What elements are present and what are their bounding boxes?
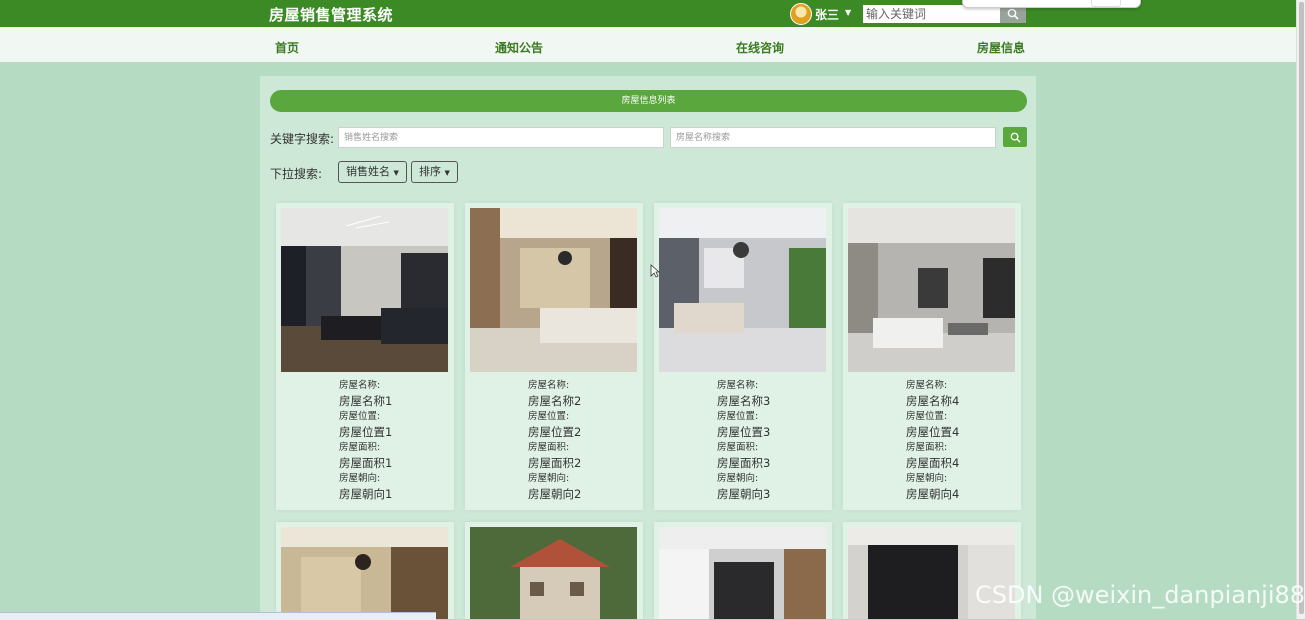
- house-name-value: 房屋名称4: [906, 394, 960, 408]
- house-info: 房屋名称: 房屋名称1 房屋位置: 房屋位置1 房屋面积: 房屋面积1 房屋朝向…: [339, 379, 392, 503]
- sort-dropdown[interactable]: 排序 ▼: [411, 161, 458, 183]
- house-area-label: 房屋面积:: [906, 442, 948, 453]
- house-orientation-label: 房屋朝向:: [528, 473, 570, 484]
- username-label[interactable]: 张三: [815, 6, 839, 23]
- house-name-label: 房屋名称:: [528, 380, 570, 391]
- house-location-value: 房屋位置3: [717, 425, 771, 439]
- house-orientation-value: 房屋朝向1: [339, 487, 393, 501]
- house-photo[interactable]: [848, 208, 1015, 372]
- nav-item-houses[interactable]: 房屋信息: [977, 39, 1025, 56]
- house-location-value: 房屋位置2: [528, 425, 582, 439]
- house-name-search-input[interactable]: [670, 127, 996, 148]
- house-area-label: 房屋面积:: [717, 442, 759, 453]
- keyword-search-button[interactable]: [1003, 127, 1027, 147]
- app-title: 房屋销售管理系统: [269, 6, 394, 24]
- house-area-value: 房屋面积3: [717, 456, 771, 470]
- nav-item-home[interactable]: 首页: [275, 39, 299, 56]
- house-card[interactable]: [654, 522, 832, 619]
- search-icon: [1007, 8, 1019, 20]
- scrollbar-thumb[interactable]: [1299, 2, 1304, 614]
- nav-item-notices[interactable]: 通知公告: [495, 39, 543, 56]
- house-area-value: 房屋面积1: [339, 456, 393, 470]
- house-orientation-value: 房屋朝向3: [717, 487, 771, 501]
- user-avatar[interactable]: [790, 3, 812, 25]
- house-name-value: 房屋名称3: [717, 394, 771, 408]
- house-name-label: 房屋名称:: [906, 380, 948, 391]
- house-orientation-value: 房屋朝向2: [528, 487, 582, 501]
- mouse-cursor-icon: [650, 264, 660, 278]
- house-area-label: 房屋面积:: [528, 442, 570, 453]
- house-name-value: 房屋名称2: [528, 394, 582, 408]
- seller-name-search-input[interactable]: [338, 127, 664, 148]
- house-photo[interactable]: [659, 527, 826, 619]
- house-location-value: 房屋位置1: [339, 425, 393, 439]
- house-area-value: 房屋面积4: [906, 456, 960, 470]
- house-orientation-label: 房屋朝向:: [717, 473, 759, 484]
- sort-dropdown-label: 排序: [419, 165, 441, 178]
- caret-down-icon: ▼: [444, 169, 450, 177]
- house-card[interactable]: 房屋名称: 房屋名称4 房屋位置: 房屋位置4 房屋面积: 房屋面积4 房屋朝向…: [843, 203, 1021, 510]
- nav-item-consult[interactable]: 在线咨询: [736, 39, 784, 56]
- csdn-watermark: CSDN @weixin_danpianji889: [975, 581, 1305, 609]
- dropdown-search-label: 下拉搜索:: [270, 167, 323, 181]
- chevron-down-icon[interactable]: ▼: [845, 8, 851, 17]
- house-location-label: 房屋位置:: [339, 411, 381, 422]
- house-orientation-value: 房屋朝向4: [906, 487, 960, 501]
- house-location-label: 房屋位置:: [528, 411, 570, 422]
- house-photo[interactable]: [470, 527, 637, 619]
- house-name-value: 房屋名称1: [339, 394, 393, 408]
- house-info: 房屋名称: 房屋名称4 房屋位置: 房屋位置4 房屋面积: 房屋面积4 房屋朝向…: [906, 379, 959, 503]
- house-name-label: 房屋名称:: [339, 380, 381, 391]
- house-area-value: 房屋面积2: [528, 456, 582, 470]
- house-orientation-label: 房屋朝向:: [906, 473, 948, 484]
- house-photo[interactable]: [281, 208, 448, 372]
- house-card[interactable]: 房屋名称: 房屋名称3 房屋位置: 房屋位置3 房屋面积: 房屋面积3 房屋朝向…: [654, 203, 832, 510]
- house-photo[interactable]: [659, 208, 826, 372]
- caret-down-icon: ▼: [393, 169, 399, 177]
- house-photo[interactable]: [470, 208, 637, 372]
- house-info: 房屋名称: 房屋名称2 房屋位置: 房屋位置2 房屋面积: 房屋面积2 房屋朝向…: [528, 379, 581, 503]
- house-orientation-label: 房屋朝向:: [339, 473, 381, 484]
- house-card[interactable]: 房屋名称: 房屋名称1 房屋位置: 房屋位置1 房屋面积: 房屋面积1 房屋朝向…: [276, 203, 454, 510]
- house-photo[interactable]: [281, 527, 448, 619]
- user-dropdown-fragment: [962, 0, 1141, 8]
- search-icon: [1010, 132, 1021, 143]
- house-card[interactable]: 房屋名称: 房屋名称2 房屋位置: 房屋位置2 房屋面积: 房屋面积2 房屋朝向…: [465, 203, 643, 510]
- house-area-label: 房屋面积:: [339, 442, 381, 453]
- seller-name-dropdown[interactable]: 销售姓名 ▼: [338, 161, 407, 183]
- keyword-search-label: 关键字搜索:: [270, 132, 335, 146]
- house-card[interactable]: [276, 522, 454, 619]
- house-info: 房屋名称: 房屋名称3 房屋位置: 房屋位置3 房屋面积: 房屋面积3 房屋朝向…: [717, 379, 770, 503]
- house-location-label: 房屋位置:: [717, 411, 759, 422]
- house-name-label: 房屋名称:: [717, 380, 759, 391]
- main-nav: 首页 通知公告 在线咨询 房屋信息: [0, 27, 1296, 62]
- page-scrollbar[interactable]: [1296, 0, 1305, 619]
- house-card[interactable]: [465, 522, 643, 619]
- house-location-label: 房屋位置:: [906, 411, 948, 422]
- list-title-bar: 房屋信息列表: [270, 90, 1027, 112]
- house-location-value: 房屋位置4: [906, 425, 960, 439]
- seller-dropdown-label: 销售姓名: [346, 165, 390, 178]
